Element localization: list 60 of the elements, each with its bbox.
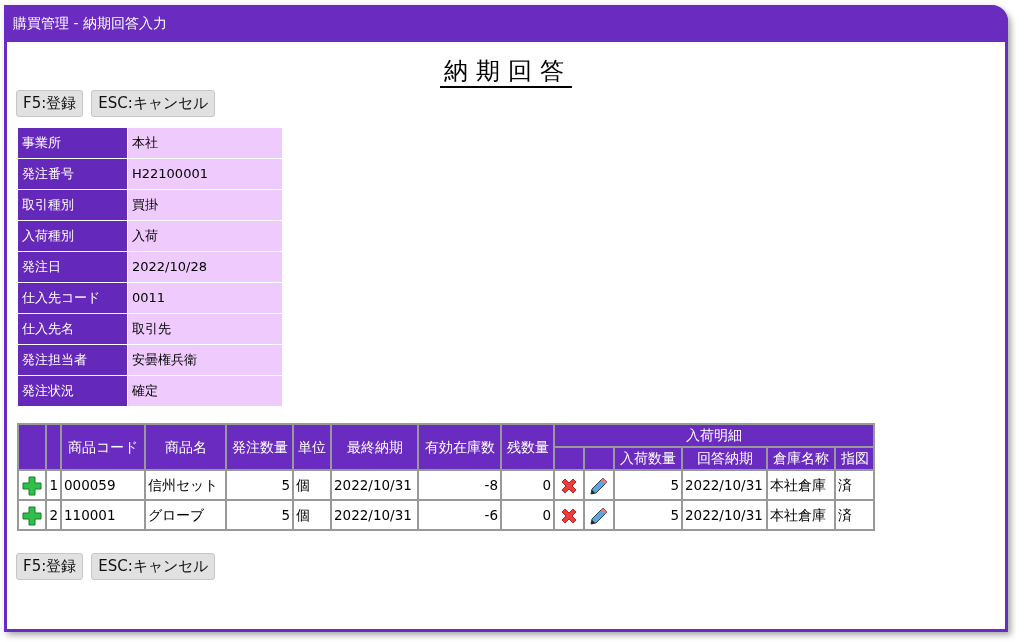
table-cell: 5 [226,500,293,530]
row-number: 2 [46,500,61,530]
pencil-icon[interactable] [589,475,609,496]
field-value: 安曇権兵衛 [127,344,283,376]
field-label: 発注担当者 [17,344,128,376]
field-value: 買掛 [127,189,283,221]
table-cell: 2022/10/31 [331,500,418,530]
table-cell: -8 [418,470,501,500]
cancel-button[interactable]: ESC:キャンセル [91,90,215,117]
table-cell: 5 [226,470,293,500]
column-header: 単位 [293,424,331,470]
cancel-button[interactable]: ESC:キャンセル [91,553,215,580]
field-label: 発注状況 [17,375,128,407]
add-icon[interactable] [22,505,42,526]
field-label: 仕入先コード [17,282,128,314]
column-header: 残数量 [501,424,554,470]
field-label: 発注日 [17,251,128,283]
field-label: 取引種別 [17,189,128,221]
field-label: 発注番号 [17,158,128,190]
table-cell: グローブ [145,500,226,530]
table-cell: 110001 [61,500,145,530]
table-cell: 2022/10/31 [682,470,767,500]
field-value: 確定 [127,375,283,407]
table-cell: 0 [501,500,554,530]
table-cell: 済 [835,470,874,500]
table-cell: 本社倉庫 [767,500,835,530]
field-label: 入荷種別 [17,220,128,252]
table-cell: 信州セット [145,470,226,500]
column-header: 発注数量 [226,424,293,470]
table-cell: 5 [614,470,682,500]
field-value: 本社 [127,127,283,159]
field-value: 入荷 [127,220,283,252]
table-cell: 0 [501,470,554,500]
table-cell: 個 [293,470,331,500]
table-cell: 済 [835,500,874,530]
column-header: 最終納期 [331,424,418,470]
add-icon[interactable] [22,475,42,496]
table-cell: -6 [418,500,501,530]
field-label: 事業所 [17,127,128,159]
pencil-icon[interactable] [589,505,609,526]
field-value: 2022/10/28 [127,251,283,283]
column-group-header: 入荷明細 [554,424,874,447]
table-cell: 2022/10/31 [331,470,418,500]
table-cell: 個 [293,500,331,530]
field-value: 0011 [127,282,283,314]
table-cell: 5 [614,500,682,530]
field-label: 仕入先名 [17,313,128,345]
page-heading: 納期回答 [440,56,572,88]
register-button[interactable]: F5:登録 [16,90,84,117]
field-value: 取引先 [127,313,283,345]
field-value: H22100001 [127,158,283,190]
column-header: 商品名 [145,424,226,470]
register-button[interactable]: F5:登録 [16,553,84,580]
column-header: 商品コード [61,424,145,470]
table-cell: 2022/10/31 [682,500,767,530]
column-header: 有効在庫数 [418,424,501,470]
table-cell: 000059 [61,470,145,500]
table-cell: 本社倉庫 [767,470,835,500]
window-title: 購買管理 - 納期回答入力 [4,5,1008,42]
row-number: 1 [46,470,61,500]
